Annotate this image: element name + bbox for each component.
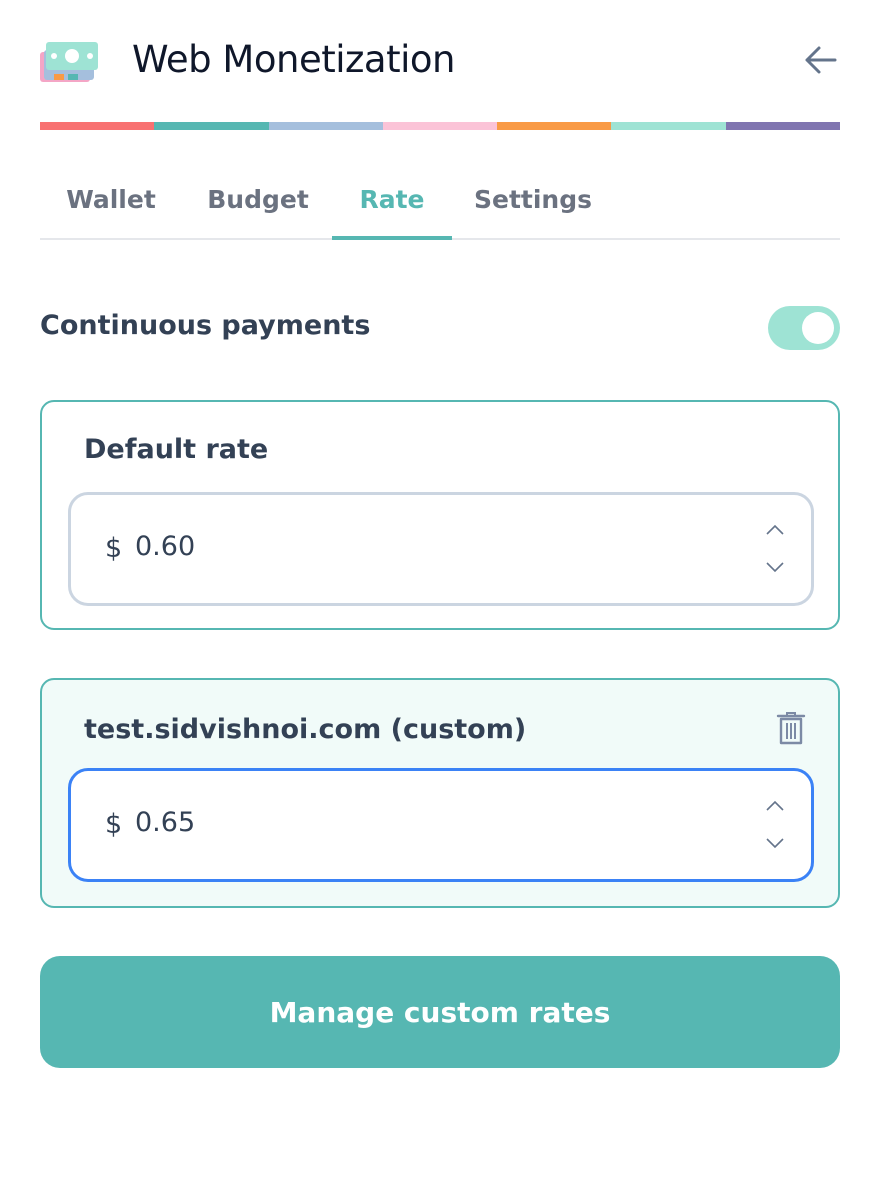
continuous-payments-label: Continuous payments — [40, 310, 371, 341]
tab-bar: Wallet Budget Rate Settings — [40, 168, 840, 240]
currency-symbol: $ — [105, 533, 123, 564]
custom-rate-field[interactable] — [135, 807, 635, 838]
stripe-segment — [40, 122, 155, 130]
chevron-down-icon[interactable] — [763, 557, 787, 577]
stripe-segment — [382, 122, 498, 130]
tab-settings[interactable]: Settings — [470, 168, 596, 238]
default-rate-title: Default rate — [84, 434, 269, 465]
rate-stepper — [763, 793, 787, 855]
default-rate-card: Default rate $ — [40, 400, 840, 630]
trash-icon[interactable] — [776, 710, 806, 746]
custom-rate-card: test.sidvishnoi.com (custom) $ — [40, 678, 840, 908]
default-rate-field[interactable] — [135, 531, 635, 562]
currency-symbol: $ — [105, 809, 123, 840]
stripe-segment — [154, 122, 269, 130]
color-stripe — [40, 122, 840, 130]
chevron-down-icon[interactable] — [763, 833, 787, 853]
continuous-payments-row: Continuous payments — [40, 306, 840, 352]
tab-wallet[interactable]: Wallet — [40, 168, 182, 238]
stripe-segment — [611, 122, 726, 130]
app-title: Web Monetization — [132, 38, 455, 81]
stripe-segment — [725, 122, 840, 130]
chevron-up-icon[interactable] — [763, 795, 787, 815]
custom-rate-title: test.sidvishnoi.com (custom) — [84, 714, 527, 745]
stripe-segment — [497, 122, 612, 130]
money-bill-icon — [40, 38, 100, 82]
default-rate-input[interactable]: $ — [68, 492, 814, 606]
rate-stepper — [763, 517, 787, 579]
continuous-payments-toggle[interactable] — [768, 306, 840, 350]
manage-custom-rates-button[interactable]: Manage custom rates — [40, 956, 840, 1068]
back-button[interactable] — [800, 40, 840, 80]
tab-budget[interactable]: Budget — [200, 168, 316, 238]
custom-rate-input[interactable]: $ — [68, 768, 814, 882]
tab-rate[interactable]: Rate — [332, 168, 452, 240]
toggle-knob — [802, 312, 834, 344]
chevron-up-icon[interactable] — [763, 519, 787, 539]
header: Web Monetization — [40, 30, 840, 90]
arrow-left-icon — [805, 46, 837, 74]
stripe-segment — [268, 122, 383, 130]
